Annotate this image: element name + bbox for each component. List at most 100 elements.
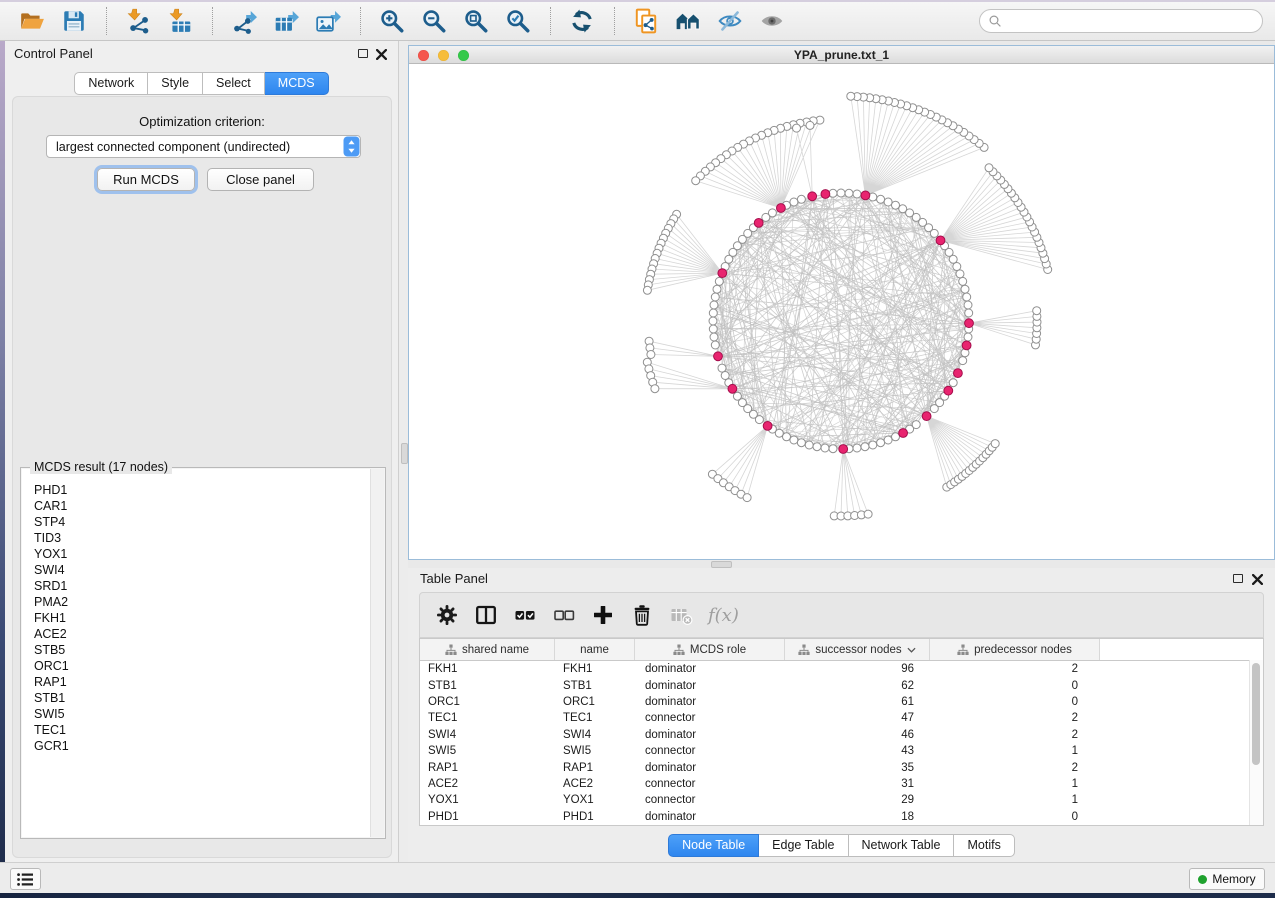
mcds-result-item[interactable]: ACE2	[34, 626, 371, 642]
cell: 2	[930, 663, 1100, 675]
tab-motifs[interactable]: Motifs	[954, 834, 1014, 857]
columns-icon	[474, 603, 498, 627]
zoom-out-button[interactable]	[418, 5, 452, 37]
table-row[interactable]: RAP1RAP1dominator352	[420, 759, 1263, 775]
cell: 2	[930, 729, 1100, 741]
tab-mcds[interactable]: MCDS	[265, 72, 329, 95]
open-button[interactable]	[16, 5, 50, 37]
horizontal-splitter-grip[interactable]	[711, 561, 732, 568]
export-image-button[interactable]	[312, 5, 346, 37]
new-network-from-selection-button[interactable]	[630, 5, 664, 37]
table-panel-title: Table Panel	[420, 571, 488, 586]
gear-button[interactable]	[432, 600, 462, 630]
tab-select[interactable]: Select	[203, 72, 265, 95]
vertical-splitter-grip[interactable]	[401, 443, 408, 464]
table-row[interactable]: YOX1YOX1connector291	[420, 792, 1263, 808]
table-row[interactable]: TEC1TEC1connector472	[420, 710, 1263, 726]
run-mcds-button[interactable]: Run MCDS	[97, 168, 195, 191]
mcds-result-item[interactable]: GCR1	[34, 738, 371, 754]
search-box[interactable]	[979, 9, 1263, 33]
mcds-list-scrollbar[interactable]	[370, 469, 384, 837]
control-panel-title: Control Panel	[14, 46, 93, 61]
network-graph[interactable]	[409, 64, 1274, 559]
cell: dominator	[635, 762, 785, 774]
mcds-result-item[interactable]: ORC1	[34, 658, 371, 674]
table-row[interactable]: PHD1PHD1dominator180	[420, 809, 1263, 825]
first-neighbors-button[interactable]	[672, 5, 706, 37]
zoom-selected-icon	[505, 8, 533, 34]
search-input[interactable]	[1008, 11, 1254, 31]
column-header-name[interactable]: name	[555, 639, 635, 660]
mcds-result-item[interactable]: RAP1	[34, 674, 371, 690]
table-row[interactable]: FKH1FKH1dominator962	[420, 661, 1263, 677]
mcds-result-item[interactable]: CAR1	[34, 498, 371, 514]
cell: 2	[930, 762, 1100, 774]
column-header-MCDS-role[interactable]: MCDS role	[635, 639, 785, 660]
table-row[interactable]: ORC1ORC1dominator610	[420, 694, 1263, 710]
cell: connector	[635, 745, 785, 757]
mcds-result-item[interactable]: TID3	[34, 530, 371, 546]
tab-node-table[interactable]: Node Table	[668, 834, 759, 857]
select-all-icon	[513, 603, 537, 627]
cell: connector	[635, 712, 785, 724]
cell: dominator	[635, 696, 785, 708]
tab-edge-table[interactable]: Edge Table	[759, 834, 848, 857]
close-panel-icon[interactable]	[375, 48, 387, 60]
cell: dominator	[635, 680, 785, 692]
delete-button[interactable]	[627, 600, 657, 630]
import-table-button[interactable]	[164, 5, 198, 37]
cell: ORC1	[555, 696, 635, 708]
zoom-in-button[interactable]	[376, 5, 410, 37]
open-icon	[19, 8, 47, 34]
table-row[interactable]: ACE2ACE2connector311	[420, 776, 1263, 792]
mcds-result-item[interactable]: TEC1	[34, 722, 371, 738]
close-panel-button[interactable]: Close panel	[207, 168, 314, 191]
mcds-result-item[interactable]: STB5	[34, 642, 371, 658]
table-row[interactable]: SWI4SWI4dominator462	[420, 727, 1263, 743]
column-header-predecessor-nodes[interactable]: predecessor nodes	[930, 639, 1100, 660]
select-all-button[interactable]	[510, 600, 540, 630]
add-button[interactable]	[588, 600, 618, 630]
column-header-shared-name[interactable]: shared name	[420, 639, 555, 660]
hide-selected-button[interactable]	[714, 5, 748, 37]
table-scrollbar-thumb[interactable]	[1252, 663, 1260, 765]
cell: YOX1	[555, 794, 635, 806]
mcds-result-item[interactable]: PMA2	[34, 594, 371, 610]
import-network-button[interactable]	[122, 5, 156, 37]
zoom-selected-button[interactable]	[502, 5, 536, 37]
criterion-dropdown[interactable]: largest connected component (undirected)	[46, 135, 361, 158]
zoom-fit-button[interactable]	[460, 5, 494, 37]
mcds-result-item[interactable]: YOX1	[34, 546, 371, 562]
export-network-button[interactable]	[228, 5, 262, 37]
mcds-result-item[interactable]: SWI4	[34, 562, 371, 578]
save-button[interactable]	[58, 5, 92, 37]
cell: 35	[785, 762, 930, 774]
cell: 46	[785, 729, 930, 741]
mcds-result-item[interactable]: STP4	[34, 514, 371, 530]
status-menu-button[interactable]	[10, 868, 41, 890]
table-scrollbar-track[interactable]	[1249, 660, 1263, 825]
tab-network[interactable]: Network	[74, 72, 148, 95]
table-row[interactable]: SWI5SWI5connector431	[420, 743, 1263, 759]
tab-network-table[interactable]: Network Table	[849, 834, 955, 857]
apply-layout-button[interactable]	[566, 5, 600, 37]
export-table-button[interactable]	[270, 5, 304, 37]
cell: STB1	[555, 680, 635, 692]
mcds-result-item[interactable]: FKH1	[34, 610, 371, 626]
mcds-result-item[interactable]: SRD1	[34, 578, 371, 594]
criterion-dropdown-value: largest connected component (undirected)	[47, 140, 343, 154]
float-panel-icon[interactable]	[358, 49, 368, 58]
columns-button[interactable]	[471, 600, 501, 630]
table-row[interactable]: STB1STB1dominator620	[420, 677, 1263, 693]
table-float-panel-icon[interactable]	[1233, 574, 1243, 583]
column-header-successor-nodes[interactable]: successor nodes	[785, 639, 930, 660]
network-canvas[interactable]	[409, 64, 1274, 559]
mcds-result-item[interactable]: SWI5	[34, 706, 371, 722]
table-close-panel-icon[interactable]	[1251, 573, 1263, 585]
tab-style[interactable]: Style	[148, 72, 203, 95]
mcds-result-item[interactable]: STB1	[34, 690, 371, 706]
import-table-icon	[167, 8, 195, 34]
mcds-result-item[interactable]: PHD1	[34, 482, 371, 498]
memory-button[interactable]: Memory	[1189, 868, 1265, 890]
deselect-all-button[interactable]	[549, 600, 579, 630]
